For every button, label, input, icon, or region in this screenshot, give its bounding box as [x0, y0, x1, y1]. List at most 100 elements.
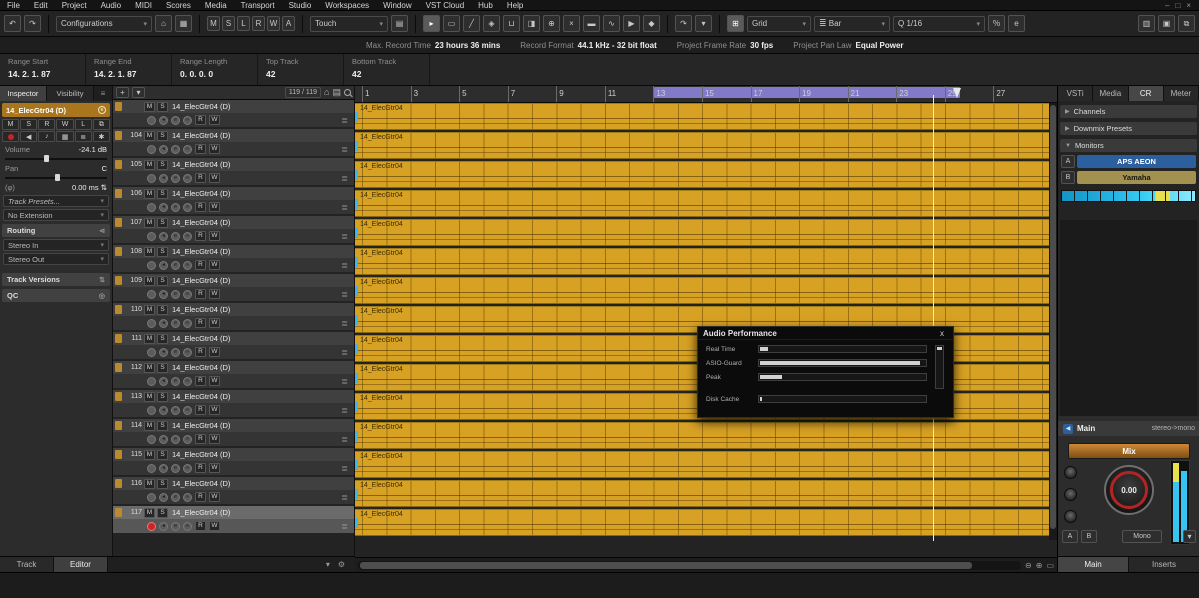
audio-event[interactable]: 14_ElecGtr04: [355, 480, 1049, 507]
right-zone-tab[interactable]: Meter: [1163, 86, 1199, 101]
edit-channel-icon[interactable]: e: [171, 376, 180, 386]
add-track-button[interactable]: +: [116, 87, 129, 98]
edit-channel-icon[interactable]: e: [171, 521, 180, 531]
play-tool-icon[interactable]: ▶: [623, 15, 640, 32]
monitor-b-button[interactable]: B: [1061, 171, 1075, 184]
write-automation-button[interactable]: W: [209, 434, 220, 444]
audio-event[interactable]: 14_ElecGtr04: [355, 422, 1049, 449]
erase-tool-icon[interactable]: ◨: [523, 15, 540, 32]
delay-value[interactable]: 0.00 ms ⇅: [72, 183, 107, 192]
lanes-icon[interactable]: ≣: [341, 145, 348, 154]
record-enable-icon[interactable]: [147, 405, 156, 415]
lanes-icon[interactable]: ≣: [341, 493, 348, 502]
zoom-tool-icon[interactable]: ⊕: [543, 15, 560, 32]
mute-button[interactable]: M: [144, 246, 155, 257]
edit-channel-icon[interactable]: e: [171, 492, 180, 502]
home-icon[interactable]: ⌂: [324, 88, 329, 97]
track-name[interactable]: 14_ElecGtr04 (D): [170, 392, 230, 401]
track-color-handle[interactable]: [115, 218, 122, 227]
write-automation-button[interactable]: W: [209, 115, 220, 125]
track-control-button[interactable]: L: [74, 119, 92, 130]
solo-button[interactable]: S: [157, 362, 168, 373]
read-automation-button[interactable]: R: [195, 144, 206, 154]
insert-bypass-icon[interactable]: ∞: [183, 376, 192, 386]
control-room-tab[interactable]: Inserts: [1129, 557, 1199, 572]
audio-event[interactable]: 14_ElecGtr04: [355, 103, 1049, 130]
scrollbar-thumb[interactable]: [360, 561, 972, 569]
timeline-ruler[interactable]: 1 3 5 7 9 11 13 15 17 19 21 23 25 27: [355, 86, 1057, 103]
mono-button[interactable]: Mono: [1122, 530, 1162, 543]
edit-channel-icon[interactable]: e: [171, 434, 180, 444]
maximize-icon[interactable]: □: [1175, 1, 1180, 10]
track-row[interactable]: 104 M S 14_ElecGtr04 (D) ◂ e ∞ R W ≣: [113, 129, 354, 156]
track-presets-dropdown[interactable]: Track Presets... ▾: [3, 195, 109, 207]
edit-channel-icon[interactable]: e: [171, 173, 180, 183]
right-zone-tab[interactable]: VSTi: [1058, 86, 1094, 101]
edit-channel-icon[interactable]: e: [171, 115, 180, 125]
object-selection-tool-icon[interactable]: ▸: [423, 15, 440, 32]
range-field[interactable]: Bottom Track 42: [344, 54, 430, 85]
record-enable-icon[interactable]: [147, 521, 156, 531]
automation-button[interactable]: W: [267, 16, 280, 31]
horizontal-scrollbar[interactable]: ⊖ ⊕ ▭: [355, 557, 1057, 572]
record-enable-icon[interactable]: [147, 289, 156, 299]
zone-tab[interactable]: Editor: [54, 556, 108, 573]
insert-bypass-icon[interactable]: ∞: [183, 347, 192, 357]
channel-config-icon[interactable]: ⧉: [92, 119, 110, 130]
insert-bypass-icon[interactable]: ∞: [183, 231, 192, 241]
undo-button[interactable]: ↶: [4, 15, 21, 32]
iterative-quantize-icon[interactable]: ％: [988, 15, 1005, 32]
write-automation-button[interactable]: W: [209, 318, 220, 328]
grid-type-dropdown[interactable]: ≣ Bar ▾: [814, 15, 890, 32]
monitor-icon[interactable]: ◂: [159, 231, 168, 241]
track-name[interactable]: 14_ElecGtr04 (D): [170, 189, 230, 198]
quantize-panel-icon[interactable]: e: [1008, 15, 1025, 32]
automation-button[interactable]: R: [252, 16, 265, 31]
time-warp-tool-icon[interactable]: ∿: [603, 15, 620, 32]
mute-tool-icon[interactable]: ×: [563, 15, 580, 32]
range-field[interactable]: Top Track 42: [258, 54, 344, 85]
insert-bypass-icon[interactable]: ∞: [183, 434, 192, 444]
track-color-handle[interactable]: [115, 276, 122, 285]
record-enable-icon[interactable]: [147, 173, 156, 183]
mute-button[interactable]: M: [144, 449, 155, 460]
right-zone-tab[interactable]: CR: [1128, 86, 1164, 101]
main-channel-row[interactable]: ◀ Main stereo->mono: [1058, 421, 1199, 436]
lanes-icon[interactable]: ≣: [341, 232, 348, 241]
track-color-handle[interactable]: [115, 392, 122, 401]
click-level-knob[interactable]: [1064, 466, 1077, 479]
mute-button[interactable]: M: [144, 391, 155, 402]
zoom-out-icon[interactable]: ⊖: [1025, 561, 1032, 570]
edit-channel-icon[interactable]: e: [171, 289, 180, 299]
track-versions-header[interactable]: Track Versions ⇅: [2, 273, 110, 286]
mute-button[interactable]: M: [144, 478, 155, 489]
write-automation-button[interactable]: W: [209, 376, 220, 386]
monitor-icon[interactable]: ◂: [159, 521, 168, 531]
right-locator-marker[interactable]: [953, 88, 961, 98]
read-automation-button[interactable]: R: [195, 463, 206, 473]
read-automation-button[interactable]: R: [195, 115, 206, 125]
read-automation-button[interactable]: R: [195, 260, 206, 270]
track-color-handle[interactable]: [115, 421, 122, 430]
solo-button[interactable]: S: [157, 478, 168, 489]
minimize-icon[interactable]: –: [1165, 1, 1169, 10]
record-enable-icon[interactable]: [147, 376, 156, 386]
track-row[interactable]: 116 M S 14_ElecGtr04 (D) ◂ e ∞ R W ≣: [113, 477, 354, 504]
mute-button[interactable]: M: [144, 159, 155, 170]
downmix-mode-label[interactable]: stereo->mono: [1152, 425, 1195, 432]
menu-item[interactable]: Workspaces: [318, 0, 376, 11]
record-enable-icon[interactable]: [147, 434, 156, 444]
qc-section-header[interactable]: QC ◎: [2, 289, 110, 302]
record-enable-icon[interactable]: [147, 463, 156, 473]
track-name[interactable]: 14_ElecGtr04 (D): [170, 247, 230, 256]
edit-channel-icon[interactable]: e: [171, 318, 180, 328]
insert-bypass-icon[interactable]: ∞: [183, 202, 192, 212]
routing-section-header[interactable]: Routing ⊲: [2, 224, 110, 237]
menu-item[interactable]: File: [0, 0, 27, 11]
vertical-scrollbar[interactable]: [1049, 103, 1057, 540]
track-name[interactable]: 14_ElecGtr04 (D): [170, 421, 230, 430]
track-row[interactable]: 109 M S 14_ElecGtr04 (D) ◂ e ∞ R W ≣: [113, 274, 354, 301]
monitor-icon[interactable]: ◀: [20, 131, 38, 142]
track-control-button[interactable]: W: [56, 119, 74, 130]
lanes-icon[interactable]: ≣: [74, 131, 92, 142]
